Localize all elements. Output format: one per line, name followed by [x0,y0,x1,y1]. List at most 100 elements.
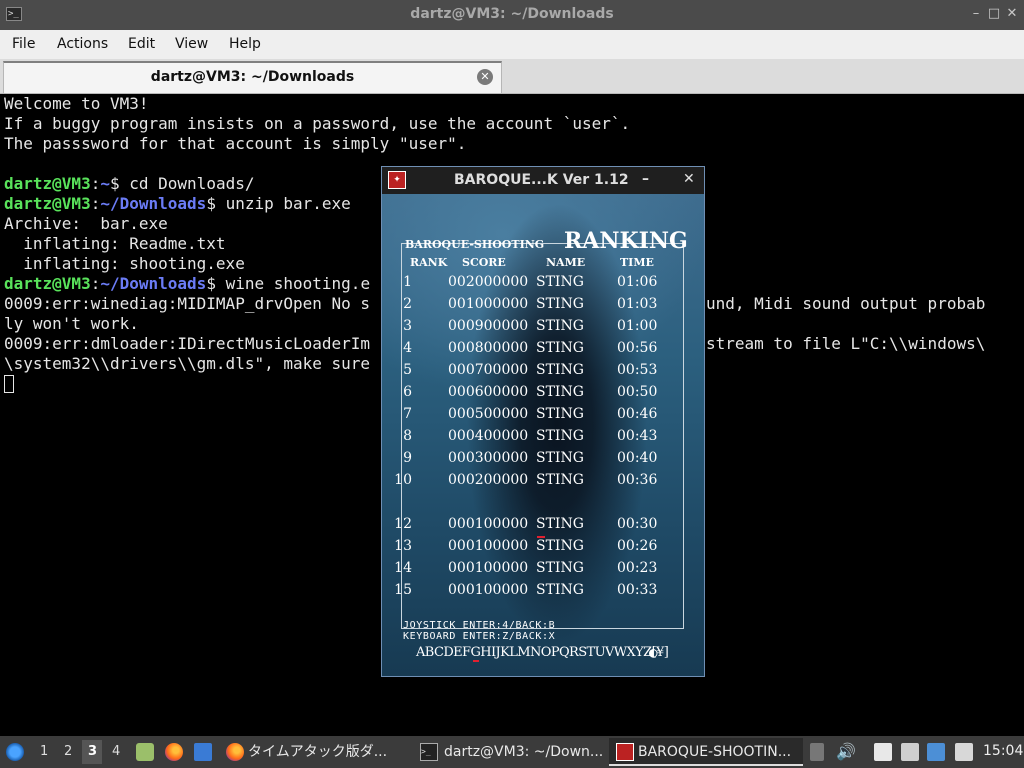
rank-cell-score: 000300000 [448,450,529,466]
table-row: 8 000400000 STING 00:43 [382,428,704,450]
table-row: 12 000100000 STING 00:30 [382,516,704,538]
table-row: 6 000600000 STING 00:50 [382,384,704,406]
rank-cell-rank: 6 [403,384,412,400]
rank-cell-score: 000800000 [448,340,529,356]
command-text: cd Downloads/ [129,174,255,193]
task-firefox[interactable]: タイムアタック版ダ... [248,738,408,766]
rank-cell-score: 000700000 [448,362,529,378]
prompt-path: ~ [100,174,110,193]
rank-cell-score: 001000000 [448,296,529,312]
tab-close-icon[interactable]: ✕ [477,69,493,85]
clock[interactable]: 15:04 [983,743,1023,759]
rank-cell-name: STING [536,450,584,466]
rank-cell-rank: 2 [403,296,412,312]
rank-cell-name: STING [536,362,584,378]
task-game[interactable]: BAROQUE-SHOOTIN... [638,738,800,766]
rank-cell-score: 000100000 [448,516,529,532]
tab-downloads[interactable]: dartz@VM3: ~/Downloads ✕ [3,61,502,93]
workspace-2[interactable]: 2 [64,744,72,759]
volume-icon[interactable]: 🔊 [836,743,856,761]
rank-cell-time: 00:30 [617,516,658,532]
rank-cell-name: STING [536,406,584,422]
rank-cell-time: 00:53 [617,362,658,378]
title-bar[interactable]: >_ dartz@VM3: ~/Downloads – □ ✕ [0,0,1024,30]
table-row: 2 001000000 STING 01:03 [382,296,704,318]
alphabet-selector[interactable]: ABCDEFGHIJKLMNOPQRSTUVWXYZ[¥] [416,645,669,660]
rank-cell-rank: 9 [403,450,412,466]
terminal-line: The passsword for that account is simply… [4,134,467,153]
rank-cell-name: STING [536,340,584,356]
terminal-line: inflating: shooting.exe [4,254,245,273]
firefox-icon[interactable] [165,743,183,761]
game-title-bar[interactable]: ✦ BAROQUE...K Ver 1.12 – ✕ [382,167,704,194]
menu-file[interactable]: File [12,36,35,52]
table-row: 14 000100000 STING 00:23 [382,560,704,582]
rank-cell-rank: 5 [403,362,412,378]
scroll-indicator-icon[interactable] [810,743,824,761]
maximize-button[interactable]: □ [985,5,1003,23]
rank-cell-time: 00:23 [617,560,658,576]
menu-view[interactable]: View [175,36,208,52]
game-icon: ✦ [388,171,406,189]
terminal-line: Archive: bar.exe [4,214,168,233]
workspace-3[interactable]: 3 [88,744,97,759]
rank-cell-time: 00:36 [617,472,658,488]
prompt-user: dartz@VM3 [4,174,91,193]
workspace-4[interactable]: 4 [112,744,120,759]
minimize-button[interactable]: – [967,5,985,23]
name-entry-cursor [537,536,545,538]
menu-actions[interactable]: Actions [57,36,108,52]
task-terminal[interactable]: dartz@VM3: ~/Down... [444,738,604,766]
file-manager-icon[interactable] [136,743,154,761]
rank-cell-score: 000600000 [448,384,529,400]
terminal-line: inflating: Readme.txt [4,234,226,253]
end-icon[interactable]: ◐ [649,645,657,661]
terminal-line: Welcome to VM3! [4,94,149,113]
start-menu-icon[interactable] [6,743,24,761]
workspace-1[interactable]: 1 [40,744,48,759]
desktop-icon[interactable] [194,743,212,761]
rank-cell-rank: 15 [394,582,412,598]
rank-cell-name: STING [536,384,584,400]
terminal-line: ly won't work. [4,314,139,333]
table-row: 3 000900000 STING 01:00 [382,318,704,340]
game-minimize-button[interactable]: – [642,171,649,187]
rank-cell-score: 000200000 [448,472,529,488]
terminal-icon: >_ [420,743,438,761]
ranking-heading: RANKING [564,228,688,254]
prompt-end: $ [109,174,130,193]
rank-cell-rank: 4 [403,340,412,356]
rank-cell-name: STING [536,538,584,554]
rank-cell-time: 00:56 [617,340,658,356]
update-icon[interactable] [927,743,945,761]
prompt-sep: : [90,274,101,293]
game-close-button[interactable]: ✕ [683,171,695,187]
rank-cell-name: STING [536,318,584,334]
prompt-end: $ [206,194,226,213]
ranking-screen[interactable]: BAROQUE-SHOOTING RANKING RANK SCORE NAME… [382,194,704,676]
game-icon [616,743,634,761]
rank-cell-rank: 3 [403,318,412,334]
menu-bar: File Actions Edit View Help [0,30,1024,59]
terminal-line: dartz@VM3:~/Downloads$ wine shooting.e [4,274,370,294]
game-window-title: BAROQUE...K Ver 1.12 [454,172,629,188]
menu-help[interactable]: Help [229,36,261,52]
column-score: SCORE [462,256,506,269]
close-button[interactable]: ✕ [1003,5,1021,23]
rank-cell-score: 000100000 [448,538,529,554]
rank-cell-time: 00:40 [617,450,658,466]
terminal-line: If a buggy program insists on a password… [4,114,631,133]
network-icon[interactable] [901,743,919,761]
table-row: 13 000100000 STING 00:26 [382,538,704,560]
table-row: 5 000700000 STING 00:53 [382,362,704,384]
table-row: 10 000200000 STING 00:36 [382,472,704,494]
rank-cell-time: 00:46 [617,406,658,422]
menu-edit[interactable]: Edit [128,36,155,52]
rank-cell-name: STING [536,296,584,312]
power-icon[interactable] [955,743,973,761]
rank-cell-time: 01:06 [617,274,658,290]
prompt-path: ~/Downloads [100,274,207,293]
clipboard-icon[interactable] [874,743,892,761]
table-row: 4 000800000 STING 00:56 [382,340,704,362]
table-row: 7 000500000 STING 00:46 [382,406,704,428]
